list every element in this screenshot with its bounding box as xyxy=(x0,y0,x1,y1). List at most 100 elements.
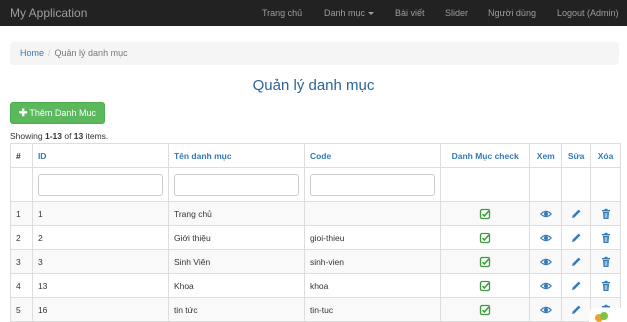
column-header-name[interactable]: Tên danh mục xyxy=(167,143,305,168)
breadcrumb-separator: / xyxy=(48,48,51,58)
trash-icon[interactable] xyxy=(600,256,612,267)
column-header-check[interactable]: Danh Mục check xyxy=(439,143,531,168)
column-header-delete: Xóa xyxy=(590,143,621,168)
row-number: 5 xyxy=(10,297,33,322)
trash-icon[interactable] xyxy=(600,280,612,291)
column-header-code[interactable]: Code xyxy=(303,143,441,168)
row-edit-cell xyxy=(561,201,592,226)
row-code: khoa xyxy=(303,273,441,298)
filter-cell-id xyxy=(31,167,169,202)
eye-icon[interactable] xyxy=(539,256,552,266)
breadcrumb-home-link[interactable]: Home xyxy=(20,48,44,58)
row-code: sinh-vien xyxy=(303,249,441,274)
check-square-icon[interactable] xyxy=(479,280,491,291)
row-edit-cell xyxy=(561,273,592,298)
row-delete-cell xyxy=(590,201,621,226)
row-name: Trang chủ xyxy=(167,201,305,226)
summary-range: 1-13 xyxy=(44,131,62,141)
app-brand[interactable]: My Application xyxy=(10,6,87,20)
eye-icon[interactable] xyxy=(539,232,552,242)
pencil-icon[interactable] xyxy=(570,232,582,242)
nav-item-categories-label: Danh mục xyxy=(324,8,366,18)
row-name: Khoa xyxy=(167,273,305,298)
column-header-edit: Sửa xyxy=(561,143,592,168)
row-view-cell xyxy=(529,225,563,250)
row-check-cell xyxy=(439,225,531,250)
table-row: 4 13 Khoa khoa xyxy=(10,273,621,298)
row-edit-cell xyxy=(561,249,592,274)
check-square-icon[interactable] xyxy=(479,256,491,267)
table-row: 5 16 tin tức tin-tuc xyxy=(10,297,621,322)
row-view-cell xyxy=(529,273,563,298)
row-number: 3 xyxy=(10,249,33,274)
page-title: Quản lý danh mục xyxy=(252,77,375,94)
row-view-cell xyxy=(529,201,563,226)
breadcrumb: Home / Quản lý danh mục xyxy=(10,42,619,65)
column-header-view: Xem xyxy=(529,143,563,168)
row-id: 16 xyxy=(31,297,169,322)
pencil-icon[interactable] xyxy=(570,304,582,314)
eye-icon[interactable] xyxy=(539,208,552,218)
filter-cell-empty xyxy=(439,167,531,202)
nav-item-home[interactable]: Trang chủ xyxy=(262,8,302,18)
row-id: 1 xyxy=(31,201,169,226)
eye-icon[interactable] xyxy=(539,304,552,314)
row-edit-cell xyxy=(561,225,592,250)
trash-icon[interactable] xyxy=(600,232,612,243)
row-view-cell xyxy=(529,249,563,274)
plus-icon: ✚ xyxy=(19,107,28,119)
column-header-id[interactable]: ID xyxy=(31,143,169,168)
items-summary: Showing 1-13 of 13 items. xyxy=(10,131,108,141)
summary-prefix: Showing xyxy=(10,131,45,141)
row-name: Sinh Viên xyxy=(167,249,305,274)
filter-cell-empty xyxy=(529,167,563,202)
check-square-icon[interactable] xyxy=(479,232,491,243)
row-number: 2 xyxy=(10,225,33,250)
add-category-button-label: Thêm Danh Muc xyxy=(29,108,96,118)
summary-middle: of xyxy=(61,131,74,141)
check-square-icon[interactable] xyxy=(479,304,491,315)
filter-id-input[interactable] xyxy=(37,173,163,196)
row-number: 1 xyxy=(10,201,33,226)
pencil-icon[interactable] xyxy=(570,208,582,218)
caret-down-icon xyxy=(368,12,375,16)
row-id: 13 xyxy=(31,273,169,298)
summary-suffix: items. xyxy=(83,131,109,141)
row-code: tin-tuc xyxy=(303,297,441,322)
leaf-logo-icon xyxy=(595,312,608,322)
check-square-icon[interactable] xyxy=(479,208,491,219)
filter-code-input[interactable] xyxy=(309,173,435,196)
eye-icon[interactable] xyxy=(539,280,552,290)
nav-item-categories[interactable]: Danh mục xyxy=(324,8,375,18)
pencil-icon[interactable] xyxy=(570,280,582,290)
row-check-cell xyxy=(439,249,531,274)
row-edit-cell xyxy=(561,297,592,322)
table-row: 3 3 Sinh Viên sinh-vien xyxy=(10,249,621,274)
row-code: gioi-thieu xyxy=(303,225,441,250)
filter-name-input[interactable] xyxy=(173,173,299,196)
row-name: tin tức xyxy=(167,297,305,322)
row-delete-cell xyxy=(590,273,621,298)
filter-cell-empty xyxy=(590,167,621,202)
pencil-icon[interactable] xyxy=(570,256,582,266)
nav-item-slider[interactable]: Slider xyxy=(445,8,468,18)
corner-logo xyxy=(589,308,623,322)
nav-item-users[interactable]: Người dùng xyxy=(488,8,536,18)
trash-icon[interactable] xyxy=(600,208,612,219)
table-row: 1 1 Trang chủ xyxy=(10,201,621,226)
row-check-cell xyxy=(439,273,531,298)
table-row: 2 2 Giới thiệu gioi-thieu xyxy=(10,225,621,250)
filter-cell-empty xyxy=(10,167,33,202)
row-id: 3 xyxy=(31,249,169,274)
row-id: 2 xyxy=(31,225,169,250)
nav-item-posts[interactable]: Bài viết xyxy=(395,8,425,18)
category-table: # ID Tên danh mục Code Danh Mục check Xe… xyxy=(10,143,621,322)
column-header-number: # xyxy=(10,143,33,168)
row-check-cell xyxy=(439,297,531,322)
add-category-button[interactable]: ✚ Thêm Danh Muc xyxy=(10,102,105,124)
row-code xyxy=(303,201,441,226)
row-name: Giới thiệu xyxy=(167,225,305,250)
row-view-cell xyxy=(529,297,563,322)
nav-item-logout[interactable]: Logout (Admin) xyxy=(557,8,619,18)
filter-cell-name xyxy=(167,167,305,202)
